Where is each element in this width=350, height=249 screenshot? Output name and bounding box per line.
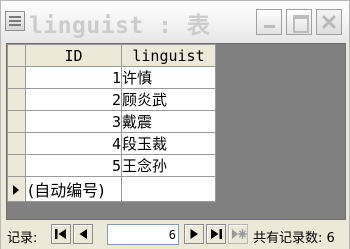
cell-id[interactable]: 1 [25,66,122,89]
table-row: 3 戴震 [7,110,216,133]
cell-linguist[interactable]: 段玉裁 [121,132,216,155]
column-header-linguist[interactable]: linguist [121,44,216,67]
next-record-button[interactable] [184,224,204,244]
cell-id-autonumber[interactable]: (自动编号) [25,176,122,202]
row-selector[interactable] [7,66,26,89]
close-button[interactable] [316,9,342,35]
cell-id[interactable]: 4 [25,132,122,155]
cell-id[interactable]: 3 [25,110,122,133]
table-row: 4 段玉裁 [7,132,216,155]
table-icon [5,11,25,31]
header-row: ID linguist [7,44,216,67]
cell-linguist[interactable]: 顾炎武 [121,88,216,111]
window-title: linguist : 表 [29,13,211,39]
record-label: 记录: [7,231,38,246]
row-selector[interactable] [7,110,26,133]
total-records-label: 共有记录数: 6 [253,231,335,246]
table-row: 2 顾炎武 [7,88,216,111]
table-window: linguist : 表 ID linguist 1 许慎 2 顾炎武 3 戴震… [0,0,350,249]
cell-linguist[interactable]: 王念孙 [121,154,216,177]
cell-id[interactable]: 5 [25,154,122,177]
last-record-icon [211,229,222,239]
new-record-icon [232,229,247,239]
maximize-button[interactable] [286,9,312,35]
row-selector[interactable] [7,88,26,111]
table-row: 1 许慎 [7,66,216,89]
row-selector[interactable] [7,132,26,155]
current-row-arrow-icon [13,184,19,195]
cell-linguist[interactable]: 许慎 [121,66,216,89]
select-all-corner[interactable] [7,44,26,67]
title-bar[interactable]: linguist : 表 [1,1,349,43]
datasheet: ID linguist 1 许慎 2 顾炎武 3 戴震 4 段玉裁 5 王念孙 … [6,43,346,220]
previous-record-icon [79,229,87,239]
cell-linguist[interactable]: 戴震 [121,110,216,133]
cell-id[interactable]: 2 [25,88,122,111]
new-record-row: (自动编号) [7,176,216,202]
new-record-button[interactable] [228,224,248,244]
row-selector[interactable] [7,176,26,202]
table-row: 5 王念孙 [7,154,216,177]
minimize-button[interactable] [256,9,282,35]
record-navigation-bar: 记录: 6 共有记录数: 6 [1,221,349,249]
column-header-id[interactable]: ID [25,44,122,67]
next-record-icon [190,229,198,239]
current-record-input[interactable]: 6 [107,224,179,245]
cell-linguist[interactable] [121,176,216,202]
previous-record-button[interactable] [73,224,93,244]
row-selector[interactable] [7,154,26,177]
close-icon [322,15,336,29]
first-record-icon [55,229,66,239]
data-table: ID linguist 1 许慎 2 顾炎武 3 戴震 4 段玉裁 5 王念孙 … [7,44,216,202]
last-record-button[interactable] [206,224,226,244]
first-record-button[interactable] [51,224,71,244]
